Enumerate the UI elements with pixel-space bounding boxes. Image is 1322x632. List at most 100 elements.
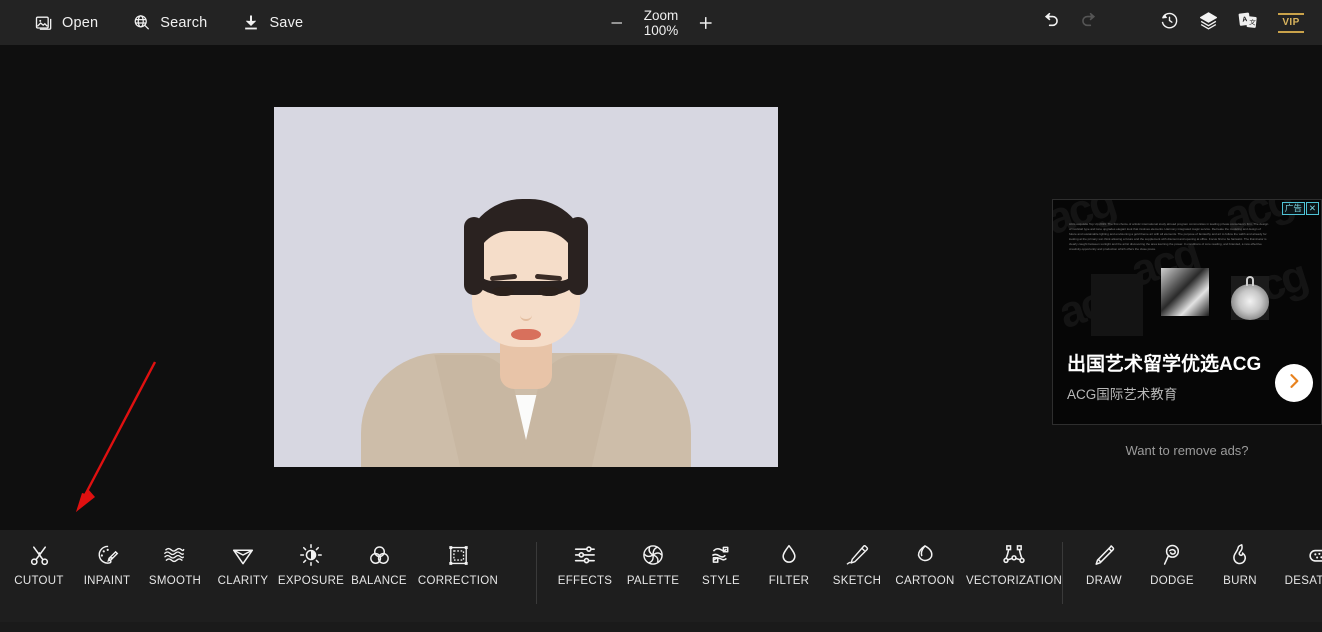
vector-nodes-icon	[1001, 542, 1027, 568]
tool-balance[interactable]: BALANCE	[345, 530, 413, 587]
ad-flags: 广告 ✕	[1282, 202, 1319, 215]
tool-cartoon[interactable]: CARTOON	[891, 530, 959, 587]
tool-effects[interactable]: EFFECTS	[551, 530, 619, 587]
canvas-photo[interactable]	[274, 107, 778, 467]
tool-label: EFFECTS	[558, 575, 613, 587]
zoom-label: Zoom	[644, 8, 679, 23]
open-image-icon	[34, 13, 54, 33]
portrait-eye-left	[492, 287, 514, 296]
chevron-right-icon	[1284, 371, 1304, 396]
style-swirl-icon	[708, 542, 734, 568]
tool-label: DODGE	[1150, 575, 1194, 587]
toolbar-separator	[536, 542, 537, 604]
search-button[interactable]: Search	[128, 9, 211, 37]
sliders-icon	[572, 542, 598, 568]
zoom-readout: Zoom 100%	[644, 8, 679, 38]
tool-label: CORRECTION	[418, 575, 498, 587]
history-icon	[1159, 10, 1180, 36]
ad-headline: 出国艺术留学优选ACG	[1067, 354, 1279, 376]
history-button[interactable]	[1152, 6, 1186, 40]
tool-dodge[interactable]: DODGE	[1138, 530, 1206, 587]
undo-icon	[1040, 10, 1061, 36]
remove-ads-link[interactable]: Want to remove ads?	[1052, 443, 1322, 458]
tool-label: CUTOUT	[14, 575, 64, 587]
toolbar-group-brush: DRAW DODGE BURN	[1070, 530, 1322, 616]
zoom-out-button[interactable]	[606, 12, 628, 34]
ad-cta-button[interactable]	[1275, 364, 1313, 402]
zoom-in-button[interactable]	[694, 12, 716, 34]
ad-close-icon[interactable]: ✕	[1306, 202, 1319, 215]
ad-thumbnail-shape	[1246, 276, 1254, 286]
tool-inpaint[interactable]: INPAINT	[73, 530, 141, 587]
ad-label-badge[interactable]: 广告	[1282, 202, 1305, 215]
top-toolbar: Open Search Save	[0, 0, 1322, 45]
redo-button[interactable]	[1072, 6, 1106, 40]
ad-panel[interactable]: acg acg acg acg acg ACG exquisite Top Up…	[1052, 199, 1322, 425]
pencil-sketch-icon	[844, 542, 870, 568]
sun-half-icon	[298, 542, 324, 568]
tool-label: SKETCH	[833, 575, 881, 587]
tool-style[interactable]: STYLE	[687, 530, 755, 587]
tool-clarity[interactable]: CLARITY	[209, 530, 277, 587]
droplet-icon	[776, 542, 802, 568]
waves-icon	[162, 542, 188, 568]
tool-burn[interactable]: BURN	[1206, 530, 1274, 587]
translate-icon: A 文	[1237, 10, 1258, 36]
tool-label: PALETTE	[627, 575, 679, 587]
save-button[interactable]: Save	[237, 9, 307, 37]
horizontal-scrollbar-track[interactable]	[0, 622, 1322, 632]
open-button[interactable]: Open	[30, 9, 102, 37]
redo-icon	[1079, 10, 1100, 36]
portrait-nose	[520, 305, 532, 321]
tool-cutout[interactable]: CUTOUT	[5, 530, 73, 587]
tool-vectorization[interactable]: VECTORIZATION	[959, 530, 1069, 587]
perspective-crop-icon	[446, 542, 471, 568]
zoom-control: Zoom 100%	[606, 8, 717, 38]
save-download-icon	[241, 13, 261, 33]
portrait-mouth	[511, 329, 541, 340]
tool-correction[interactable]: CORRECTION	[413, 530, 503, 587]
tool-label: CARTOON	[895, 575, 954, 587]
top-right-actions: A 文 VIP	[1028, 6, 1304, 40]
tool-label: DESATURAT	[1285, 575, 1322, 587]
vip-bar-top	[1278, 13, 1304, 15]
sponge-icon	[1307, 542, 1322, 568]
palette-brush-icon	[95, 542, 120, 568]
vip-badge[interactable]: VIP	[1278, 13, 1304, 33]
vip-label: VIP	[1282, 18, 1299, 28]
tool-label: FILTER	[769, 575, 810, 587]
vip-bar-bottom	[1278, 31, 1304, 33]
tool-label: BALANCE	[351, 575, 407, 587]
tool-label: VECTORIZATION	[966, 575, 1062, 587]
ad-subtitle: ACG国际艺术教育	[1067, 383, 1177, 403]
layers-button[interactable]	[1191, 6, 1225, 40]
tool-label: BURN	[1223, 575, 1257, 587]
top-left-actions: Open Search Save	[0, 9, 307, 37]
color-circles-icon	[367, 542, 392, 568]
tool-filter[interactable]: FILTER	[755, 530, 823, 587]
tool-label: CLARITY	[218, 575, 269, 587]
undo-button[interactable]	[1033, 6, 1067, 40]
scissors-icon	[27, 542, 52, 568]
tool-label: STYLE	[702, 575, 740, 587]
translate-button[interactable]: A 文	[1230, 6, 1264, 40]
save-button-label: Save	[269, 15, 303, 31]
tool-label: EXPOSURE	[278, 575, 344, 587]
bottom-toolbar: CUTOUT INPAINT	[0, 530, 1322, 632]
tool-exposure[interactable]: EXPOSURE	[277, 530, 345, 587]
portrait-eye-right	[538, 287, 560, 296]
tool-draw[interactable]: DRAW	[1070, 530, 1138, 587]
tool-smooth[interactable]: SMOOTH	[141, 530, 209, 587]
tool-label: INPAINT	[84, 575, 131, 587]
tool-palette[interactable]: PALETTE	[619, 530, 687, 587]
canvas-area[interactable]: acg acg acg acg acg ACG exquisite Top Up…	[0, 45, 1322, 530]
portrait-hair-side-left	[464, 217, 484, 295]
tool-desaturate[interactable]: DESATURAT	[1274, 530, 1322, 587]
toolbar-group-style: EFFECTS PALETTE STYLE	[551, 530, 1069, 616]
tool-sketch[interactable]: SKETCH	[823, 530, 891, 587]
flame-icon	[1227, 542, 1253, 568]
search-globe-icon	[132, 13, 152, 33]
portrait-hair-side-right	[568, 217, 588, 295]
ad-thumbnail	[1231, 276, 1269, 320]
layers-icon	[1198, 10, 1219, 36]
